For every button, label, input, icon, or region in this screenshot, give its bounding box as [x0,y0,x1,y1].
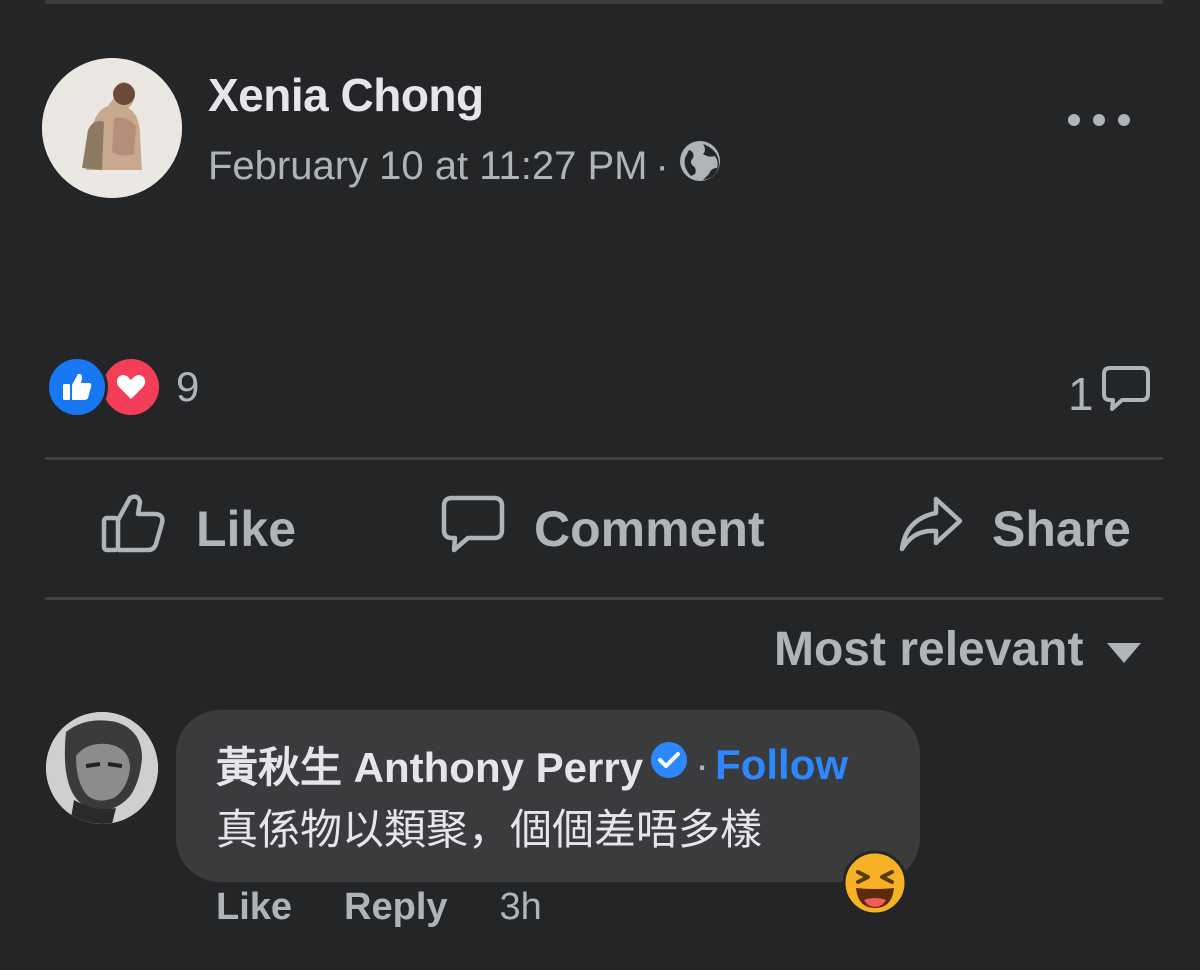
comment-count-number: 1 [1068,367,1094,420]
comment-sort-dropdown[interactable]: Most relevant [774,622,1143,677]
comment-bubble-icon [1100,362,1152,425]
follow-link[interactable]: Follow [715,741,848,789]
laughing-emoji-icon[interactable] [842,850,908,916]
sort-label: Most relevant [774,623,1084,676]
post-meta: February 10 at 11:27 PM · [208,138,723,194]
comment-count[interactable]: 1 [1068,362,1152,425]
actions-divider [45,597,1163,600]
verified-badge-icon [649,740,689,790]
top-divider [45,0,1163,4]
post-author-avatar[interactable] [42,58,182,198]
comment-header-separator: · [695,740,710,788]
share-button[interactable]: Share [898,494,1131,564]
comment-like-link[interactable]: Like [216,886,292,929]
like-reaction-icon [46,356,108,418]
globe-icon[interactable] [677,138,723,194]
more-dot [1068,114,1080,126]
reaction-summary[interactable]: 9 [46,356,199,418]
comment-reply-link[interactable]: Reply [344,886,447,929]
like-label: Like [196,501,297,557]
share-label: Share [992,501,1131,557]
comment-label: Comment [534,501,765,557]
comment-header: 黃秋生 Anthony Perry · Follow [216,734,848,795]
more-options-icon[interactable] [1068,100,1130,140]
comment-button[interactable]: Comment [440,494,765,564]
more-dot [1118,114,1130,126]
post-timestamp[interactable]: February 10 at 11:27 PM [208,144,648,189]
thumbs-up-icon [100,490,168,568]
commenter-name[interactable]: 黃秋生 Anthony Perry [216,734,643,795]
comment-text: 真係物以類聚，個個差唔多樣 [216,806,763,853]
comment-icon [440,492,506,566]
comment-actions: Like Reply 3h [216,886,542,929]
share-arrow-icon [898,493,964,565]
comment-timestamp[interactable]: 3h [500,886,542,929]
more-dot [1093,114,1105,126]
love-reaction-icon [100,356,162,418]
meta-separator: · [655,143,669,188]
post-author-name[interactable]: Xenia Chong [208,68,484,122]
caret-down-icon [1105,622,1143,677]
like-button[interactable]: Like [100,494,296,564]
reaction-count: 9 [176,363,200,410]
commenter-avatar[interactable] [46,712,158,824]
stats-divider [45,457,1163,460]
